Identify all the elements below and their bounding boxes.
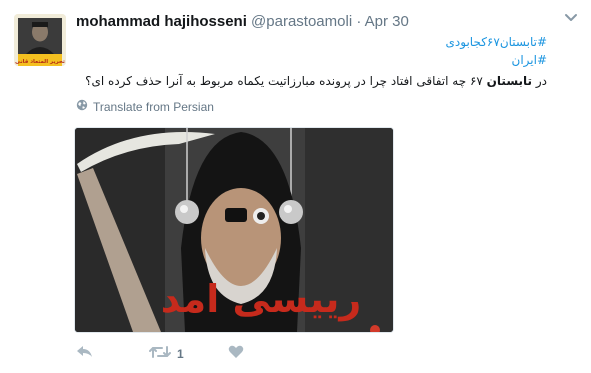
reply-icon xyxy=(76,345,94,364)
hashtag-link[interactable]: #ایران xyxy=(446,51,548,69)
translate-link[interactable]: Translate from Persian xyxy=(76,99,214,115)
author-name[interactable]: mohammad hajihosseni xyxy=(76,13,247,30)
chevron-down-icon[interactable] xyxy=(563,10,579,26)
tweet-text-bold: تابستان xyxy=(486,74,533,88)
tweet-timestamp[interactable]: Apr 30 xyxy=(365,13,409,30)
tweet-card: تحریر المتعاد قانی mohammad hajihosseni … xyxy=(0,0,591,373)
globe-icon xyxy=(76,99,88,115)
hashtag-list: #تابستان۶۷کجابودی #ایران xyxy=(446,33,547,69)
like-button[interactable] xyxy=(228,345,244,364)
hashtag-link[interactable]: #تابستان۶۷کجابودی xyxy=(446,33,547,51)
header-separator: · xyxy=(356,13,362,30)
author-handle[interactable]: @parastoamoli xyxy=(251,13,352,30)
retweet-count: 1 xyxy=(177,347,184,361)
avatar-caption: تحریر المتعاد قانی xyxy=(15,59,65,65)
tweet-text-end: ۶۷ چه اتفاقی افتاد چرا در پرونده مبارزات… xyxy=(85,74,487,88)
tweet-text: در تابستان ۶۷ چه اتفاقی افتاد چرا در پرو… xyxy=(85,72,547,90)
retweet-icon xyxy=(149,345,171,364)
reply-button[interactable] xyxy=(76,345,94,364)
tweet-text-start: در xyxy=(532,74,547,88)
heart-icon xyxy=(228,345,244,364)
translate-label: Translate from Persian xyxy=(93,100,214,114)
retweet-button[interactable]: 1 xyxy=(149,345,184,364)
tweet-header: mohammad hajihosseni @parastoamoli · Apr… xyxy=(76,12,551,32)
tweet-media-image[interactable]: رییسی امد xyxy=(74,127,394,333)
avatar[interactable]: تحریر المتعاد قانی xyxy=(14,14,66,66)
tweet-actions: 1 xyxy=(76,344,244,364)
image-caption: رییسی امد xyxy=(161,277,362,321)
